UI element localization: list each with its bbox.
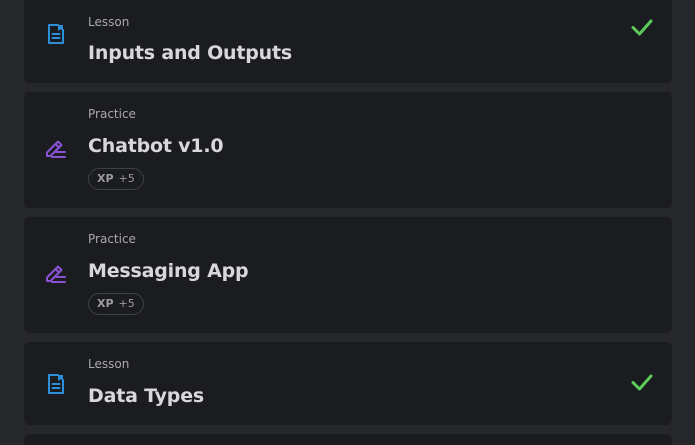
checkmark-icon (630, 15, 654, 39)
course-item-list: Lesson Inputs and Outputs Practice Chatb… (0, 0, 695, 445)
item-title: Messaging App (88, 260, 249, 282)
pencil-icon (44, 138, 68, 162)
pencil-icon (44, 263, 68, 287)
xp-value: +5 (118, 172, 135, 185)
list-item-lesson[interactable]: Lesson Data Types (24, 342, 672, 425)
xp-badge: XP +5 (88, 293, 144, 315)
list-item-practice[interactable]: Practice Messaging App XP +5 (24, 217, 672, 333)
lesson-document-icon (44, 372, 68, 396)
lesson-document-icon (44, 22, 68, 46)
xp-label: XP (97, 172, 114, 185)
item-title: Chatbot v1.0 (88, 135, 224, 157)
xp-value: +5 (118, 297, 135, 310)
xp-label: XP (97, 297, 114, 310)
list-item-lesson[interactable]: Lesson Inputs and Outputs (24, 0, 672, 83)
item-kind-label: Lesson (88, 15, 130, 29)
xp-badge: XP +5 (88, 168, 144, 190)
item-kind-label: Practice (88, 232, 136, 246)
list-item-partial[interactable] (24, 434, 672, 445)
item-kind-label: Practice (88, 107, 136, 121)
item-title: Inputs and Outputs (88, 42, 292, 64)
item-kind-label: Lesson (88, 357, 130, 371)
item-title: Data Types (88, 385, 204, 407)
checkmark-icon (630, 370, 654, 394)
list-item-practice[interactable]: Practice Chatbot v1.0 XP +5 (24, 92, 672, 208)
